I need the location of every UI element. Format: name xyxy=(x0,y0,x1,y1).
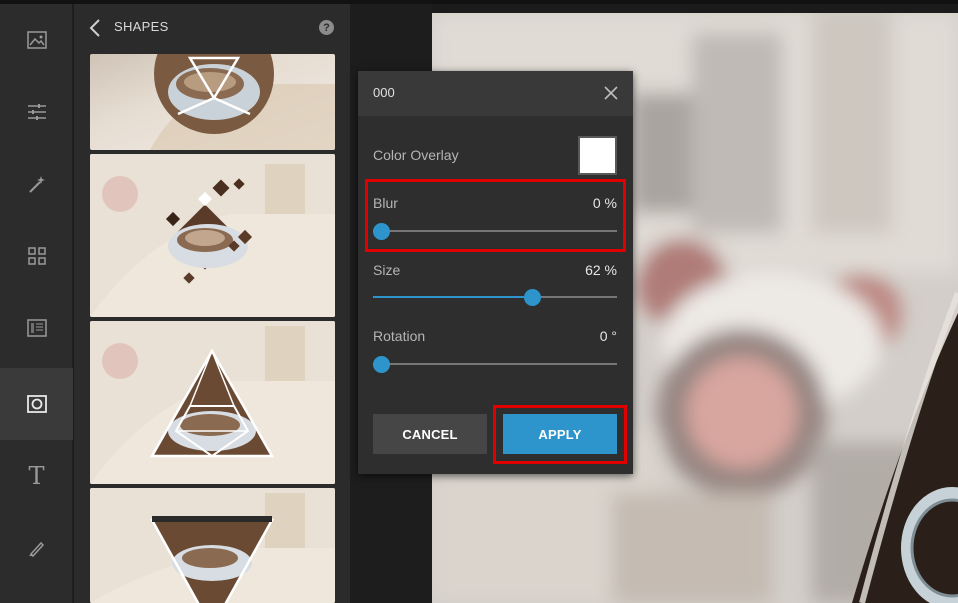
blur-slider-handle[interactable] xyxy=(373,223,390,240)
tool-rail: T xyxy=(0,4,73,603)
shape-thumbnail-diamonds[interactable] xyxy=(90,154,335,317)
magic-wand-icon xyxy=(28,176,45,193)
rail-item-textures[interactable] xyxy=(0,292,73,364)
rail-item-layout[interactable] xyxy=(0,220,73,292)
color-overlay-label: Color Overlay xyxy=(373,147,459,163)
text-icon: T xyxy=(28,462,45,490)
dialog-header: 000 xyxy=(358,71,633,116)
blur-slider[interactable] xyxy=(373,223,617,240)
cancel-button[interactable]: CANCEL xyxy=(373,414,487,454)
brush-icon xyxy=(28,541,44,558)
close-icon[interactable] xyxy=(602,84,620,102)
shape-options-dialog: 000 Color Overlay Blur 0 % Size 62 % Rot… xyxy=(358,71,633,474)
blur-slider-track xyxy=(373,230,617,232)
adjust-sliders-icon xyxy=(27,104,46,120)
color-overlay-swatch[interactable] xyxy=(578,136,617,175)
shape-thumbnail-inverted-triangle[interactable] xyxy=(90,488,335,603)
rail-item-shapes[interactable] xyxy=(0,368,73,440)
rotation-slider-track xyxy=(373,363,617,365)
shapes-panel: SHAPES ? xyxy=(74,4,350,603)
texture-icon xyxy=(26,319,47,337)
blur-label: Blur xyxy=(373,195,398,211)
size-slider-fill xyxy=(373,296,524,298)
rotation-slider[interactable] xyxy=(373,356,617,373)
rail-item-adjust[interactable] xyxy=(0,76,73,148)
size-slider[interactable] xyxy=(373,289,617,306)
size-label: Size xyxy=(373,262,401,278)
panel-header: SHAPES ? xyxy=(74,4,350,50)
blur-value: 0 % xyxy=(592,195,617,211)
size-value: 62 % xyxy=(585,262,617,278)
image-icon xyxy=(26,31,47,49)
rail-item-text[interactable]: T xyxy=(0,440,73,512)
shape-thumbnail-hexagon-circle[interactable] xyxy=(90,54,335,150)
size-slider-handle[interactable] xyxy=(524,289,541,306)
dialog-title: 000 xyxy=(373,85,395,100)
rotation-value: 0 ° xyxy=(599,328,617,344)
frame-shape-icon xyxy=(26,395,47,413)
shape-thumbnail-triangle-gem[interactable] xyxy=(90,321,335,484)
back-arrow-icon[interactable] xyxy=(88,18,102,38)
apply-button[interactable]: APPLY xyxy=(503,414,617,454)
rotation-label: Rotation xyxy=(373,328,426,344)
rail-item-image[interactable] xyxy=(0,4,73,76)
help-icon[interactable]: ? xyxy=(319,20,334,35)
grid-icon xyxy=(27,247,46,265)
rail-item-effects[interactable] xyxy=(0,148,73,220)
rail-item-draw[interactable] xyxy=(0,512,73,584)
rotation-slider-handle[interactable] xyxy=(373,356,390,373)
panel-title: SHAPES xyxy=(114,19,169,34)
